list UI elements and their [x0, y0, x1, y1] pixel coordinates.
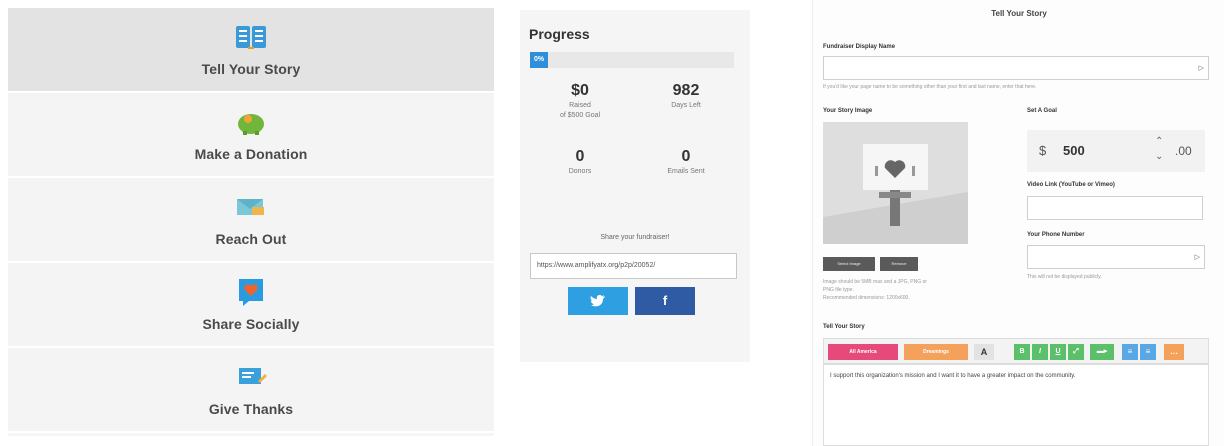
steps-nav: Tell Your Story Make a Donation Reach Ou…: [8, 8, 494, 436]
step-label: Share Socially: [202, 315, 300, 332]
raised-value: $0: [571, 82, 589, 99]
step-give-thanks[interactable]: Give Thanks: [8, 348, 494, 433]
story-editor[interactable]: I support this organization's mission an…: [823, 364, 1209, 446]
share-url-field[interactable]: https://www.amplifyatx.org/p2p/20052/: [530, 253, 737, 279]
video-link-input[interactable]: [1027, 196, 1203, 220]
story-label: Tell Your Story: [823, 324, 865, 330]
image-hint-3: Recommended dimensions: 1200x600.: [823, 295, 910, 301]
story-image-label: Your Story Image: [823, 108, 873, 114]
phone-label: Your Phone Number: [1027, 232, 1085, 238]
story-image-preview[interactable]: [823, 122, 968, 244]
emails-caption: Emails Sent: [667, 168, 705, 175]
font-color-button[interactable]: A: [974, 344, 994, 360]
display-name-label: Fundraiser Display Name: [823, 44, 896, 50]
select-image-button[interactable]: Select Image: [823, 257, 875, 271]
raised-goal-caption: of $500 Goal: [559, 112, 601, 119]
thank-you-card-icon: [234, 363, 268, 391]
step-label: Reach Out: [215, 230, 287, 247]
display-name-input[interactable]: ▷: [823, 56, 1209, 80]
step-make-a-donation[interactable]: Make a Donation: [8, 93, 494, 178]
goal-input[interactable]: $ 500 ⌃ ⌄ .00: [1027, 130, 1205, 172]
goal-amount: 500: [1063, 143, 1085, 158]
step-label: Make a Donation: [194, 145, 308, 162]
editor-toolbar: All America Dreamings A B I U ⤢ ▬▸ ≡ ≡ …: [823, 338, 1209, 364]
goal-cents: .00: [1175, 144, 1192, 158]
progress-percent: 0%: [530, 52, 548, 68]
email-icon: [234, 193, 268, 221]
image-hint-2: PNG file type.: [823, 287, 854, 293]
insert-button[interactable]: ▬▸: [1090, 344, 1114, 360]
goal-currency: $: [1039, 143, 1047, 158]
stat-donors: 0 Donors: [530, 148, 630, 176]
progress-bar: 0%: [530, 52, 734, 68]
story-text: I support this organization's mission an…: [830, 373, 1076, 379]
stat-days-left: 982 Days Left: [636, 82, 736, 110]
align-center-button[interactable]: ≡: [1140, 344, 1156, 360]
story-form: Tell Your Story Fundraiser Display Name …: [812, 0, 1224, 446]
twitter-share-button[interactable]: [568, 287, 628, 315]
remove-image-button[interactable]: Remove: [880, 257, 918, 271]
facebook-icon: f: [662, 293, 668, 308]
facebook-share-button[interactable]: f: [635, 287, 695, 315]
raised-caption: Raised: [569, 102, 591, 109]
step-label: Tell Your Story: [201, 60, 301, 77]
align-left-button[interactable]: ≡: [1122, 344, 1138, 360]
goal-stepper-icon[interactable]: ⌃ ⌄: [1155, 134, 1163, 164]
display-name-hint: If you'd like your page name to be somet…: [823, 84, 1037, 90]
stat-raised: $0 Raised of $500 Goal: [530, 82, 630, 120]
billboard-heart-image: [823, 122, 968, 244]
bold-button[interactable]: B: [1014, 344, 1030, 360]
twitter-bird-icon: [590, 295, 605, 307]
underline-button[interactable]: U: [1050, 344, 1066, 360]
step-share-socially[interactable]: Share Socially: [8, 263, 494, 348]
merge-fields-dropdown[interactable]: All America: [828, 344, 898, 360]
stat-emails-sent: 0 Emails Sent: [636, 148, 736, 176]
heart-speech-bubble-icon: [234, 278, 268, 306]
progress-card: Progress 0% $0 Raised of $500 Goal 982 D…: [520, 10, 750, 362]
days-caption: Days Left: [671, 102, 701, 109]
days-value: 982: [672, 82, 700, 99]
video-link-label: Video Link (YouTube or Vimeo): [1027, 182, 1115, 188]
italic-button[interactable]: I: [1032, 344, 1048, 360]
progress-title: Progress: [529, 26, 590, 42]
goal-label: Set A Goal: [1027, 108, 1057, 114]
more-button[interactable]: …: [1164, 344, 1184, 360]
phone-input[interactable]: ▷: [1027, 245, 1205, 269]
emails-value: 0: [681, 148, 691, 165]
step-tell-your-story[interactable]: Tell Your Story: [8, 8, 494, 93]
donors-caption: Donors: [568, 168, 592, 175]
input-caret-icon: ▷: [1194, 254, 1200, 261]
input-caret-icon: ▷: [1198, 65, 1204, 72]
image-hint-1: Image should be 5MB max and a JPG, PNG o…: [823, 279, 927, 285]
step-label: Give Thanks: [208, 400, 294, 417]
share-label: Share your fundraiser!: [600, 234, 670, 241]
screenshot-root: Tell Your Story Make a Donation Reach Ou…: [0, 0, 1224, 446]
phone-hint: This will not be displayed publicly.: [1027, 274, 1102, 280]
piggy-bank-icon: [234, 108, 268, 136]
book-icon: [234, 23, 268, 51]
donors-value: 0: [575, 148, 585, 165]
templates-dropdown[interactable]: Dreamings: [904, 344, 968, 360]
step-reach-out[interactable]: Reach Out: [8, 178, 494, 263]
link-button[interactable]: ⤢: [1068, 344, 1084, 360]
form-title: Tell Your Story: [991, 9, 1047, 18]
